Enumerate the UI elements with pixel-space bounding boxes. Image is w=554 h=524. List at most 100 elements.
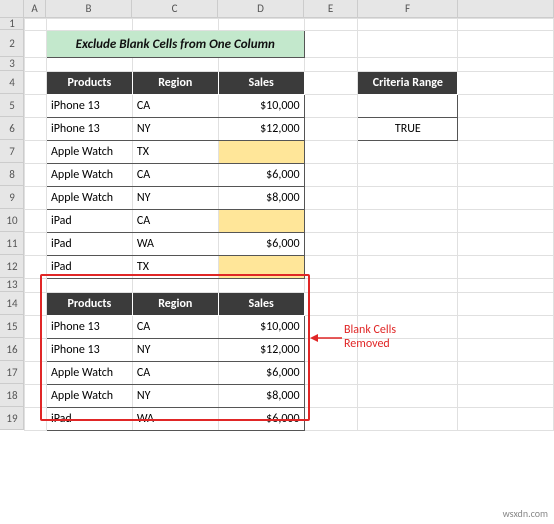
cell[interactable] <box>46 58 132 72</box>
cell[interactable] <box>304 141 358 164</box>
cell[interactable] <box>304 408 358 431</box>
cell[interactable] <box>218 279 304 293</box>
cell[interactable] <box>358 141 458 164</box>
cell[interactable] <box>358 187 458 210</box>
cell[interactable] <box>132 279 218 293</box>
table1-cell[interactable]: NY <box>132 187 218 210</box>
cell[interactable] <box>358 362 458 385</box>
table2-cell[interactable]: WA <box>132 408 218 431</box>
cell[interactable] <box>304 118 358 141</box>
row-header-1[interactable]: 1 <box>0 18 24 30</box>
cell[interactable] <box>132 19 218 31</box>
cell[interactable] <box>458 385 554 408</box>
table1-cell-blank[interactable] <box>218 256 304 279</box>
cell[interactable] <box>358 19 458 31</box>
table1-cell[interactable]: Apple Watch <box>46 187 132 210</box>
cell[interactable] <box>25 233 47 256</box>
table1-cell[interactable]: TX <box>132 256 218 279</box>
table1-cell-blank[interactable] <box>218 210 304 233</box>
cell[interactable] <box>358 31 458 58</box>
cell[interactable] <box>358 58 458 72</box>
row-header-15[interactable]: 15 <box>0 315 24 338</box>
table1-cell[interactable]: $8,000 <box>218 187 304 210</box>
cell[interactable] <box>304 187 358 210</box>
cell[interactable] <box>358 256 458 279</box>
table2-cell[interactable]: Apple Watch <box>46 385 132 408</box>
criteria-empty[interactable] <box>358 95 458 118</box>
col-header-A[interactable]: A <box>24 0 46 18</box>
table1-cell[interactable]: WA <box>132 233 218 256</box>
table1-header-products[interactable]: Products <box>46 72 132 95</box>
cell[interactable] <box>304 279 358 293</box>
cell[interactable] <box>304 293 358 316</box>
cell[interactable] <box>304 58 358 72</box>
criteria-value[interactable]: TRUE <box>358 118 458 141</box>
cell[interactable] <box>458 95 554 118</box>
table1-cell[interactable]: $6,000 <box>218 233 304 256</box>
table2-cell[interactable]: Apple Watch <box>46 362 132 385</box>
cell[interactable] <box>218 58 304 72</box>
table2-header-products[interactable]: Products <box>46 293 132 316</box>
cell[interactable] <box>458 164 554 187</box>
table2-cell[interactable]: $8,000 <box>218 385 304 408</box>
row-header-4[interactable]: 4 <box>0 71 24 94</box>
row-header-12[interactable]: 12 <box>0 255 24 278</box>
cell[interactable] <box>458 141 554 164</box>
cell[interactable] <box>132 58 218 72</box>
criteria-header[interactable]: Criteria Range <box>358 72 458 95</box>
cell[interactable] <box>458 408 554 431</box>
table2-cell[interactable]: iPhone 13 <box>46 339 132 362</box>
cell[interactable] <box>358 164 458 187</box>
col-header-F[interactable]: F <box>358 0 458 18</box>
cell[interactable] <box>25 164 47 187</box>
table1-cell-blank[interactable] <box>218 141 304 164</box>
row-header-9[interactable]: 9 <box>0 186 24 209</box>
col-header-D[interactable]: D <box>218 0 304 18</box>
cell[interactable] <box>25 210 47 233</box>
select-all-corner[interactable] <box>0 0 24 18</box>
table2-cell[interactable]: $12,000 <box>218 339 304 362</box>
cell[interactable] <box>358 233 458 256</box>
title-banner[interactable]: Exclude Blank Cells from One Column <box>46 31 304 58</box>
cell[interactable] <box>358 385 458 408</box>
cell[interactable] <box>304 164 358 187</box>
cell[interactable] <box>458 187 554 210</box>
table1-cell[interactable]: iPhone 13 <box>46 118 132 141</box>
table2-cell[interactable]: $6,000 <box>218 408 304 431</box>
table1-cell[interactable]: Apple Watch <box>46 164 132 187</box>
cell[interactable] <box>358 210 458 233</box>
table2-cell[interactable]: CA <box>132 316 218 339</box>
cell[interactable] <box>458 316 554 339</box>
cell[interactable] <box>304 385 358 408</box>
table1-cell[interactable]: $6,000 <box>218 164 304 187</box>
table1-cell[interactable]: NY <box>132 118 218 141</box>
cell[interactable] <box>25 95 47 118</box>
table1-cell[interactable]: $10,000 <box>218 95 304 118</box>
cell[interactable] <box>304 31 358 58</box>
col-header-C[interactable]: C <box>132 0 218 18</box>
row-header-3[interactable]: 3 <box>0 57 24 71</box>
cell[interactable] <box>25 293 47 316</box>
table2-cell[interactable]: NY <box>132 385 218 408</box>
row-header-17[interactable]: 17 <box>0 361 24 384</box>
table2-cell[interactable]: CA <box>132 362 218 385</box>
col-header-blank[interactable] <box>458 0 554 18</box>
cell[interactable] <box>304 72 358 95</box>
cell[interactable] <box>458 58 554 72</box>
table1-cell[interactable]: iPad <box>46 233 132 256</box>
cell[interactable] <box>458 31 554 58</box>
cell[interactable] <box>458 72 554 95</box>
worksheet[interactable]: Exclude Blank Cells from One Column Prod… <box>24 18 554 431</box>
cell[interactable] <box>25 316 47 339</box>
table1-header-region[interactable]: Region <box>132 72 218 95</box>
cell[interactable] <box>25 362 47 385</box>
cell[interactable] <box>25 118 47 141</box>
cell[interactable] <box>25 339 47 362</box>
table1-cell[interactable]: CA <box>132 95 218 118</box>
table1-cell[interactable]: iPad <box>46 256 132 279</box>
table1-cell[interactable]: CA <box>132 164 218 187</box>
cell[interactable] <box>304 256 358 279</box>
row-header-8[interactable]: 8 <box>0 163 24 186</box>
row-header-14[interactable]: 14 <box>0 292 24 315</box>
row-header-19[interactable]: 19 <box>0 407 24 430</box>
